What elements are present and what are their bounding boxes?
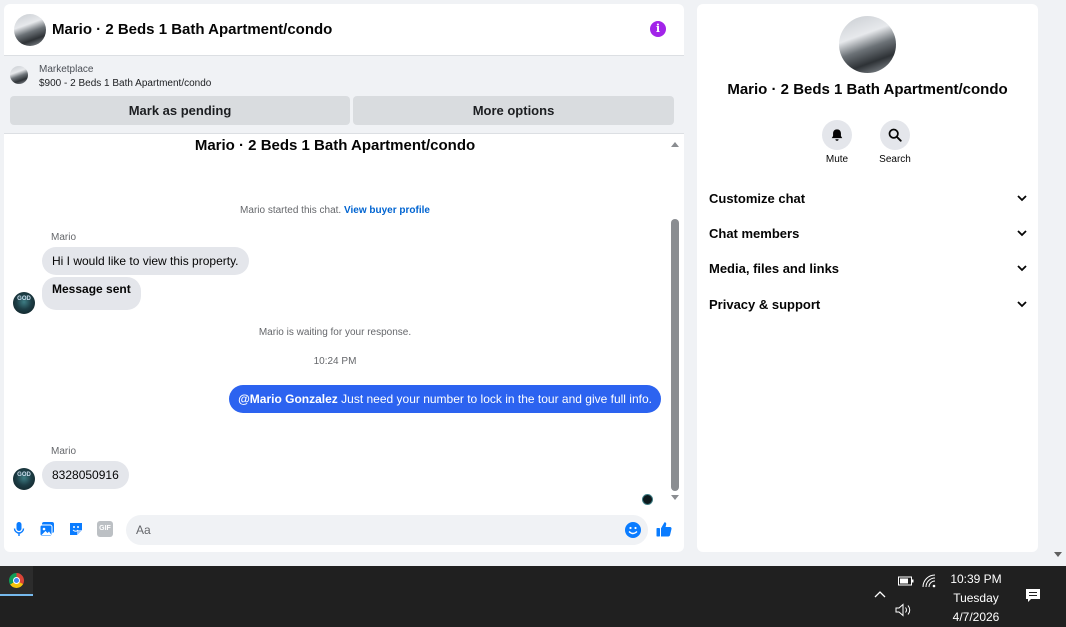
windows-taskbar: 10:39 PM Tuesday 4/7/2026 bbox=[0, 566, 1066, 627]
search-label: Search bbox=[879, 154, 911, 165]
details-title: Mario · 2 Beds 1 Bath Apartment/condo bbox=[727, 81, 1008, 98]
section-label: Chat members bbox=[709, 225, 800, 241]
info-icon[interactable]: i bbox=[650, 21, 666, 37]
media-files-links-section[interactable]: Media, files and links bbox=[709, 258, 1027, 278]
incoming-message[interactable]: Message sent bbox=[42, 277, 141, 310]
section-label: Privacy & support bbox=[709, 296, 821, 312]
volume-icon[interactable] bbox=[895, 603, 913, 617]
scroll-up-arrow[interactable] bbox=[671, 142, 679, 147]
chat-title[interactable]: Mario · 2 Beds 1 Bath Apartment/condo bbox=[52, 21, 332, 38]
outgoing-message-text: Just need your number to lock in the tou… bbox=[337, 392, 652, 406]
mark-as-pending-button[interactable]: Mark as pending bbox=[10, 96, 350, 125]
listing-photo[interactable] bbox=[839, 16, 896, 73]
chevron-down-icon bbox=[1017, 265, 1027, 272]
chat-panel: Mario · 2 Beds 1 Bath Apartment/condo i … bbox=[4, 4, 684, 552]
message-list: Mario · 2 Beds 1 Bath Apartment/condo Ma… bbox=[4, 134, 684, 505]
section-label: Customize chat bbox=[709, 190, 806, 206]
page-scroll-down-arrow[interactable] bbox=[1054, 552, 1062, 557]
listing-source: Marketplace bbox=[39, 64, 94, 75]
clock-day: Tuesday bbox=[953, 591, 999, 605]
chevron-down-icon bbox=[1017, 195, 1027, 202]
outgoing-message[interactable]: @Mario Gonzalez Just need your number to… bbox=[229, 385, 661, 413]
marketplace-listing-bar: Marketplace $900 - 2 Beds 1 Bath Apartme… bbox=[4, 56, 684, 134]
sender-name: Mario bbox=[51, 446, 77, 457]
listing-price-title[interactable]: $900 - 2 Beds 1 Bath Apartment/condo bbox=[39, 78, 211, 89]
mention[interactable]: @Mario Gonzalez bbox=[238, 392, 338, 406]
view-buyer-profile-link[interactable]: View buyer profile bbox=[344, 205, 430, 216]
message-composer: GIF bbox=[4, 512, 684, 548]
clock-date: 4/7/2026 bbox=[952, 610, 1000, 624]
chat-started-text: Mario started this chat. bbox=[240, 205, 342, 216]
listing-avatar[interactable] bbox=[14, 14, 46, 46]
scroll-down-arrow[interactable] bbox=[671, 495, 679, 500]
thumbs-up-icon[interactable] bbox=[656, 521, 672, 537]
chevron-down-icon bbox=[1017, 230, 1027, 237]
search-icon bbox=[888, 128, 902, 142]
mute-circle[interactable] bbox=[822, 120, 852, 150]
chevron-up-icon[interactable] bbox=[874, 590, 886, 598]
chevron-down-icon bbox=[1017, 301, 1027, 308]
search-button[interactable]: Search bbox=[865, 120, 925, 165]
photo-icon[interactable] bbox=[39, 521, 55, 537]
search-circle[interactable] bbox=[880, 120, 910, 150]
message-input[interactable] bbox=[126, 515, 648, 545]
microphone-icon[interactable] bbox=[11, 521, 27, 537]
sender-avatar[interactable]: GOD bbox=[13, 468, 35, 490]
message-scrollbar[interactable] bbox=[668, 139, 682, 504]
section-label: Media, files and links bbox=[709, 260, 840, 276]
wifi-icon[interactable] bbox=[922, 574, 936, 588]
chrome-taskbar-button[interactable] bbox=[0, 566, 33, 596]
chrome-icon bbox=[9, 573, 24, 588]
sender-avatar[interactable]: GOD bbox=[13, 292, 35, 314]
sticker-icon[interactable] bbox=[68, 521, 84, 537]
incoming-message[interactable]: 8328050916 bbox=[42, 461, 129, 489]
gif-icon[interactable]: GIF bbox=[97, 521, 113, 537]
more-options-button[interactable]: More options bbox=[353, 96, 674, 125]
waiting-notice: Mario is waiting for your response. bbox=[258, 327, 412, 338]
clock-time: 10:39 PM bbox=[950, 572, 1002, 586]
chat-started-notice: Mario started this chat. View buyer prof… bbox=[4, 205, 666, 216]
chat-members-section[interactable]: Chat members bbox=[709, 223, 1027, 243]
message-timestamp: 10:24 PM bbox=[313, 356, 357, 367]
battery-icon[interactable] bbox=[898, 576, 914, 586]
thread-title: Mario · 2 Beds 1 Bath Apartment/condo bbox=[194, 137, 476, 154]
listing-thumbnail[interactable] bbox=[10, 66, 28, 84]
emoji-icon[interactable] bbox=[625, 522, 641, 538]
sender-name: Mario bbox=[51, 232, 77, 243]
privacy-support-section[interactable]: Privacy & support bbox=[709, 294, 1027, 314]
chat-header: Mario · 2 Beds 1 Bath Apartment/condo i bbox=[4, 4, 684, 56]
seen-indicator-avatar bbox=[642, 494, 653, 505]
notifications-icon[interactable] bbox=[1025, 588, 1041, 604]
system-clock[interactable]: 10:39 PM Tuesday 4/7/2026 bbox=[944, 570, 1008, 627]
mute-label: Mute bbox=[825, 154, 849, 165]
incoming-message[interactable]: Hi I would like to view this property. bbox=[42, 247, 249, 275]
mute-button[interactable]: Mute bbox=[807, 120, 867, 165]
customize-chat-section[interactable]: Customize chat bbox=[709, 188, 1027, 208]
scroll-thumb[interactable] bbox=[671, 219, 679, 491]
conversation-details-panel: Mario · 2 Beds 1 Bath Apartment/condo Mu… bbox=[697, 4, 1038, 552]
bell-icon bbox=[831, 129, 843, 141]
